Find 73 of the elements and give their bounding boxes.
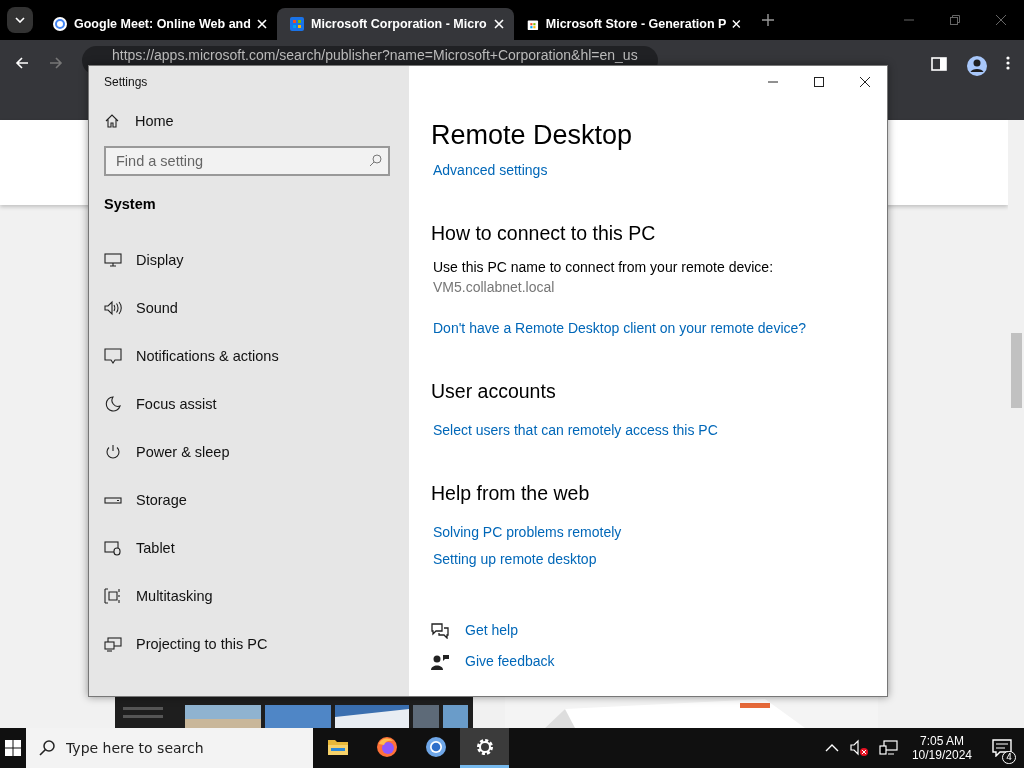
search-icon xyxy=(38,739,56,757)
restore-icon[interactable] xyxy=(949,14,961,26)
browser-tab[interactable]: Google Meet: Online Web and xyxy=(40,8,277,40)
moon-icon xyxy=(104,396,122,412)
pc-name-text: VM5.collabnet.local xyxy=(433,279,555,295)
home-nav-item[interactable]: Home xyxy=(104,106,409,136)
sidebar-item[interactable]: Projecting to this PC xyxy=(104,620,409,668)
favicon-icon xyxy=(289,16,305,32)
browser-icon xyxy=(375,735,398,758)
close-icon[interactable] xyxy=(859,76,871,88)
windows-start-icon[interactable] xyxy=(5,740,21,756)
monitor-icon xyxy=(104,252,122,268)
forward-icon[interactable] xyxy=(48,55,64,71)
help-link[interactable]: Don't have a Remote Desktop client on your remote device? xyxy=(433,315,807,342)
tab-search-button[interactable] xyxy=(7,7,33,33)
clock-date: 10/19/2024 xyxy=(911,748,972,762)
sidebar-item[interactable]: Display xyxy=(104,236,409,284)
section-heading: User accounts xyxy=(431,380,556,403)
home-icon xyxy=(104,113,120,129)
taskbar-app-button[interactable] xyxy=(460,728,509,768)
multitasking-icon xyxy=(104,588,122,604)
clock[interactable]: 7:05 AM 10/19/2024 xyxy=(911,734,972,762)
section-heading: How to connect to this PC xyxy=(431,222,656,245)
chat-bubbles-icon xyxy=(431,622,449,639)
favicon-icon xyxy=(52,16,68,32)
browser-tab[interactable]: Microsoft Corporation - Micro xyxy=(277,8,514,40)
section-heading: Help from the web xyxy=(431,482,590,505)
help-link[interactable]: Give feedback xyxy=(465,648,555,675)
sidebar-item[interactable]: Notifications & actions xyxy=(104,332,409,380)
find-setting-field[interactable]: Find a setting xyxy=(104,146,390,176)
message-icon xyxy=(104,348,122,364)
network-icon[interactable] xyxy=(878,739,899,757)
chevron-icon xyxy=(15,17,25,23)
settings-icon xyxy=(474,736,495,757)
new-tab-icon[interactable] xyxy=(761,13,775,27)
sidebar-item[interactable]: Storage xyxy=(104,476,409,524)
search-icon xyxy=(369,154,382,167)
sidebar-icon[interactable] xyxy=(930,55,948,73)
clock-time: 7:05 AM xyxy=(919,734,964,748)
help-link[interactable]: Select users that can remotely access this PC xyxy=(433,417,718,444)
profile-icon[interactable] xyxy=(966,55,988,77)
window-title: Settings xyxy=(104,74,149,91)
muted-speaker-icon[interactable] xyxy=(848,739,869,757)
section-heading: System xyxy=(104,196,157,212)
sidebar-item[interactable]: Tablet xyxy=(104,524,409,572)
menu-icon[interactable] xyxy=(1006,55,1010,71)
back-icon[interactable] xyxy=(14,55,30,71)
sidebar-item[interactable]: Multitasking xyxy=(104,572,409,620)
description-text: Use this PC name to connect from your remote device: xyxy=(433,259,774,275)
tablet-icon xyxy=(104,540,122,556)
caret-icon[interactable] xyxy=(824,743,839,753)
browser-icon xyxy=(424,735,447,758)
browser-tab[interactable]: Microsoft Store - Generation P xyxy=(514,8,751,40)
sidebar-item[interactable]: Focus assist xyxy=(104,380,409,428)
page-title: Remote Desktop xyxy=(431,120,633,151)
url-text: https://apps.microsoft.com/search/publisher?name=Microsoft+Corporation&hl=en_us xyxy=(112,47,638,63)
advanced-settings-link[interactable]: Advanced settings xyxy=(433,157,548,184)
maximize-icon[interactable] xyxy=(813,76,825,88)
sidebar-item[interactable]: Sound xyxy=(104,284,409,332)
power-icon xyxy=(104,444,122,460)
tab-title: Microsoft Corporation - Micro xyxy=(311,17,488,31)
speaker-icon xyxy=(104,300,122,316)
sidebar-item[interactable]: Power & sleep xyxy=(104,428,409,476)
notification-button[interactable]: 4 xyxy=(980,728,1024,768)
tab-title: Microsoft Store - Generation P xyxy=(545,17,727,31)
tab-title: Google Meet: Online Web and xyxy=(74,17,251,31)
person-feedback-icon xyxy=(431,653,449,670)
projector-icon xyxy=(104,636,122,652)
help-link[interactable]: Get help xyxy=(465,617,518,644)
help-link[interactable]: Setting up remote desktop xyxy=(433,546,597,573)
help-link[interactable]: Solving PC problems remotely xyxy=(433,519,622,546)
notification-count: 4 xyxy=(1002,751,1016,764)
taskbar-search-field[interactable]: Type here to search xyxy=(26,728,313,768)
